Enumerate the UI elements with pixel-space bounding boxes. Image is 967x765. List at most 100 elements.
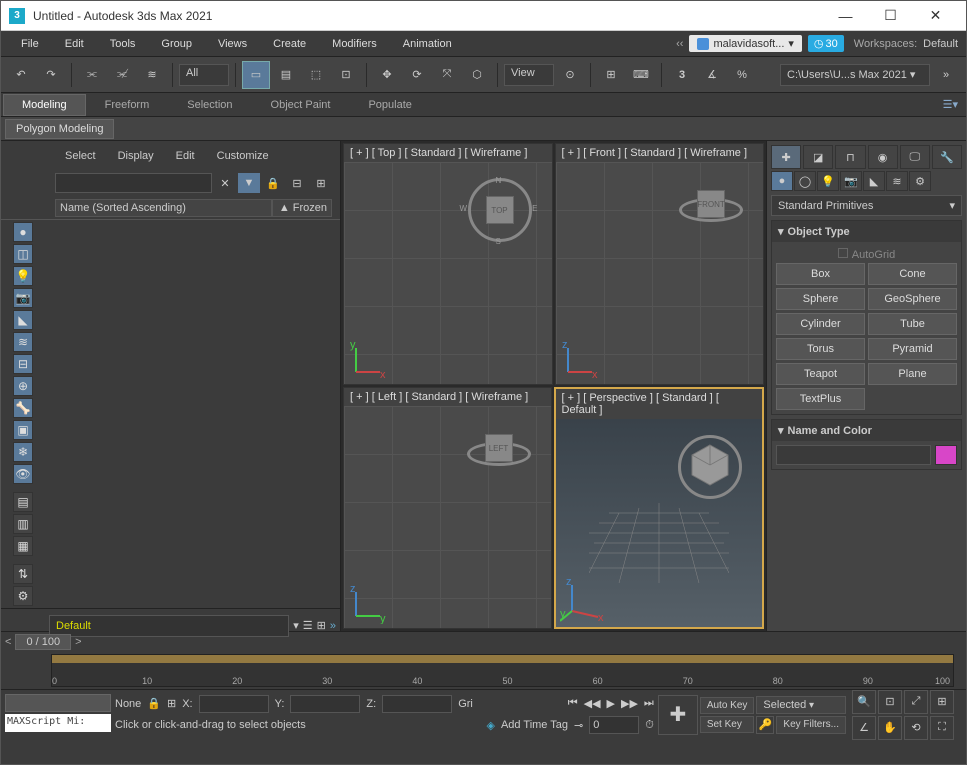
menu-edit[interactable]: Edit [53, 34, 96, 54]
lock-selection-icon[interactable]: 🔒 [147, 697, 161, 710]
filter-helpers-icon[interactable]: ◣ [13, 310, 33, 330]
prev-frame-icon[interactable]: ◀◀ [584, 697, 601, 710]
display-all-icon[interactable]: ▤ [13, 492, 33, 512]
display-none-icon[interactable]: ▥ [13, 514, 33, 534]
timeline-position[interactable]: 0 / 100 [15, 634, 71, 650]
orbit-icon[interactable]: ⟲ [904, 716, 928, 740]
goto-start-icon[interactable]: ⏮ [568, 697, 578, 710]
filter-lights-icon[interactable]: 💡 [13, 266, 33, 286]
x-input[interactable] [199, 695, 269, 713]
viewport-left[interactable]: [ + ] [ Left ] [ Standard ] [ Wireframe … [343, 387, 552, 629]
prim-teapot[interactable]: Teapot [776, 363, 865, 385]
selection-filter[interactable]: All [179, 64, 229, 86]
frame-input[interactable] [589, 716, 639, 734]
select-object-button[interactable]: ▭ [242, 61, 270, 89]
motion-tab[interactable]: ◉ [868, 145, 898, 169]
undo-button[interactable]: ↶ [7, 61, 35, 89]
rollout-header[interactable]: ▾Object Type [772, 221, 961, 242]
ribbon-panel-polygon[interactable]: Polygon Modeling [5, 119, 114, 139]
close-button[interactable]: ✕ [913, 1, 958, 31]
object-name-input[interactable] [776, 445, 931, 465]
maximize-button[interactable]: ☐ [868, 1, 913, 31]
timeline-ruler[interactable]: 0 10 20 30 40 50 60 70 80 90 100 [51, 654, 954, 687]
project-path[interactable]: C:\Users\U...s Max 2021 ▾ [780, 64, 930, 86]
prim-pyramid[interactable]: Pyramid [868, 338, 957, 360]
menu-group[interactable]: Group [149, 34, 204, 54]
column-frozen[interactable]: ▲ Frozen [272, 199, 332, 217]
time-tag-icon[interactable]: ◈ [486, 719, 494, 732]
maxscript-listener[interactable]: MAXScript Mi: [5, 714, 111, 732]
pivot-button[interactable]: ⊙ [556, 61, 584, 89]
prim-sphere[interactable]: Sphere [776, 288, 865, 310]
filter-shapes-icon[interactable]: ◫ [13, 244, 33, 264]
ribbon-tab-objectpaint[interactable]: Object Paint [252, 94, 350, 116]
next-frame-icon[interactable]: ▶▶ [621, 697, 638, 710]
collapse-icon[interactable]: ⊞ [310, 173, 332, 193]
viewport-label[interactable]: [ + ] [ Top ] [ Standard ] [ Wireframe ] [344, 144, 552, 162]
autogrid-checkbox[interactable]: AutoGrid [776, 246, 957, 263]
filter-hidden-icon[interactable]: 👁 [13, 464, 33, 484]
layer-add-icon[interactable]: ⊞ [317, 619, 326, 632]
zoom-icon[interactable]: 🔍 [852, 690, 876, 714]
se-menu-customize[interactable]: Customize [207, 147, 279, 165]
filter-groups-icon[interactable]: ⊟ [13, 354, 33, 374]
viewport-perspective[interactable]: [ + ] [ Perspective ] [ Standard ] [ Def… [554, 387, 765, 629]
prim-box[interactable]: Box [776, 263, 865, 285]
prim-cylinder[interactable]: Cylinder [776, 313, 865, 335]
ribbon-tab-selection[interactable]: Selection [168, 94, 251, 116]
sort-icon[interactable]: ⇅ [13, 564, 33, 584]
se-menu-select[interactable]: Select [55, 147, 106, 165]
play-icon[interactable]: ▶ [607, 697, 615, 710]
select-move-button[interactable]: ✥ [373, 61, 401, 89]
ribbon-tab-freeform[interactable]: Freeform [86, 94, 169, 116]
workspace-dropdown[interactable]: Default [923, 38, 958, 50]
fov-icon[interactable]: ∠ [852, 716, 876, 740]
layer-dropdown-chevron-icon[interactable]: ▾ [293, 619, 299, 632]
link-button[interactable]: ⫘ [78, 61, 106, 89]
select-place-button[interactable]: ⬡ [463, 61, 491, 89]
viewport-top[interactable]: [ + ] [ Top ] [ Standard ] [ Wireframe ]… [343, 143, 553, 385]
select-rotate-button[interactable]: ⟳ [403, 61, 431, 89]
viewport-label[interactable]: [ + ] [ Front ] [ Standard ] [ Wireframe… [556, 144, 764, 162]
setkey-button[interactable]: Set Key [700, 716, 755, 733]
user-account[interactable]: malavidasoft... ▾ [689, 35, 801, 52]
keyfilters-button[interactable]: Key Filters... [776, 716, 846, 734]
prim-cone[interactable]: Cone [868, 263, 957, 285]
spacewarps-subtab[interactable]: ≋ [886, 171, 908, 191]
prim-geosphere[interactable]: GeoSphere [868, 288, 957, 310]
y-input[interactable] [290, 695, 360, 713]
modify-tab[interactable]: ◪ [803, 145, 833, 169]
add-time-tag[interactable]: Add Time Tag [501, 719, 568, 731]
helpers-subtab[interactable]: ◣ [863, 171, 885, 191]
clear-search-icon[interactable]: ✕ [214, 173, 236, 193]
unlink-button[interactable]: ⫘̸ [108, 61, 136, 89]
shapes-subtab[interactable]: ◯ [794, 171, 816, 191]
viewcube[interactable]: TOP N W E S [468, 178, 532, 242]
trackbar-mini[interactable] [5, 694, 111, 712]
manipulate-button[interactable]: ⊞ [597, 61, 625, 89]
select-by-name-button[interactable]: ▤ [272, 61, 300, 89]
rollout-header[interactable]: ▾Name and Color [772, 420, 961, 441]
ribbon-expand-icon[interactable]: ☰▾ [937, 96, 964, 113]
timeline-next-icon[interactable]: > [75, 636, 81, 648]
pan-icon[interactable]: ✋ [878, 716, 902, 740]
expand-icon[interactable]: ⊟ [286, 173, 308, 193]
menu-tools[interactable]: Tools [98, 34, 148, 54]
select-window-button[interactable]: ⊡ [332, 61, 360, 89]
timeline-prev-icon[interactable]: < [5, 636, 11, 648]
create-tab[interactable]: ✚ [771, 145, 801, 169]
zoom-extents-all-icon[interactable]: ⊞ [930, 690, 954, 714]
time-config-icon[interactable]: ⏱ [645, 719, 654, 732]
prim-tube[interactable]: Tube [868, 313, 957, 335]
filter-xrefs-icon[interactable]: ⊕ [13, 376, 33, 396]
prim-plane[interactable]: Plane [868, 363, 957, 385]
ref-coord-dropdown[interactable]: View [504, 64, 554, 86]
menu-animation[interactable]: Animation [391, 34, 464, 54]
lock-icon[interactable]: 🔒 [262, 173, 284, 193]
select-region-rect-button[interactable]: ⬚ [302, 61, 330, 89]
display-tab[interactable]: 🖵 [900, 145, 930, 169]
filter-cameras-icon[interactable]: 📷 [13, 288, 33, 308]
viewcube[interactable]: LEFT [467, 422, 531, 486]
viewport-label[interactable]: [ + ] [ Perspective ] [ Standard ] [ Def… [556, 389, 763, 419]
chevron-left-icon[interactable]: ‹‹ [676, 38, 683, 50]
